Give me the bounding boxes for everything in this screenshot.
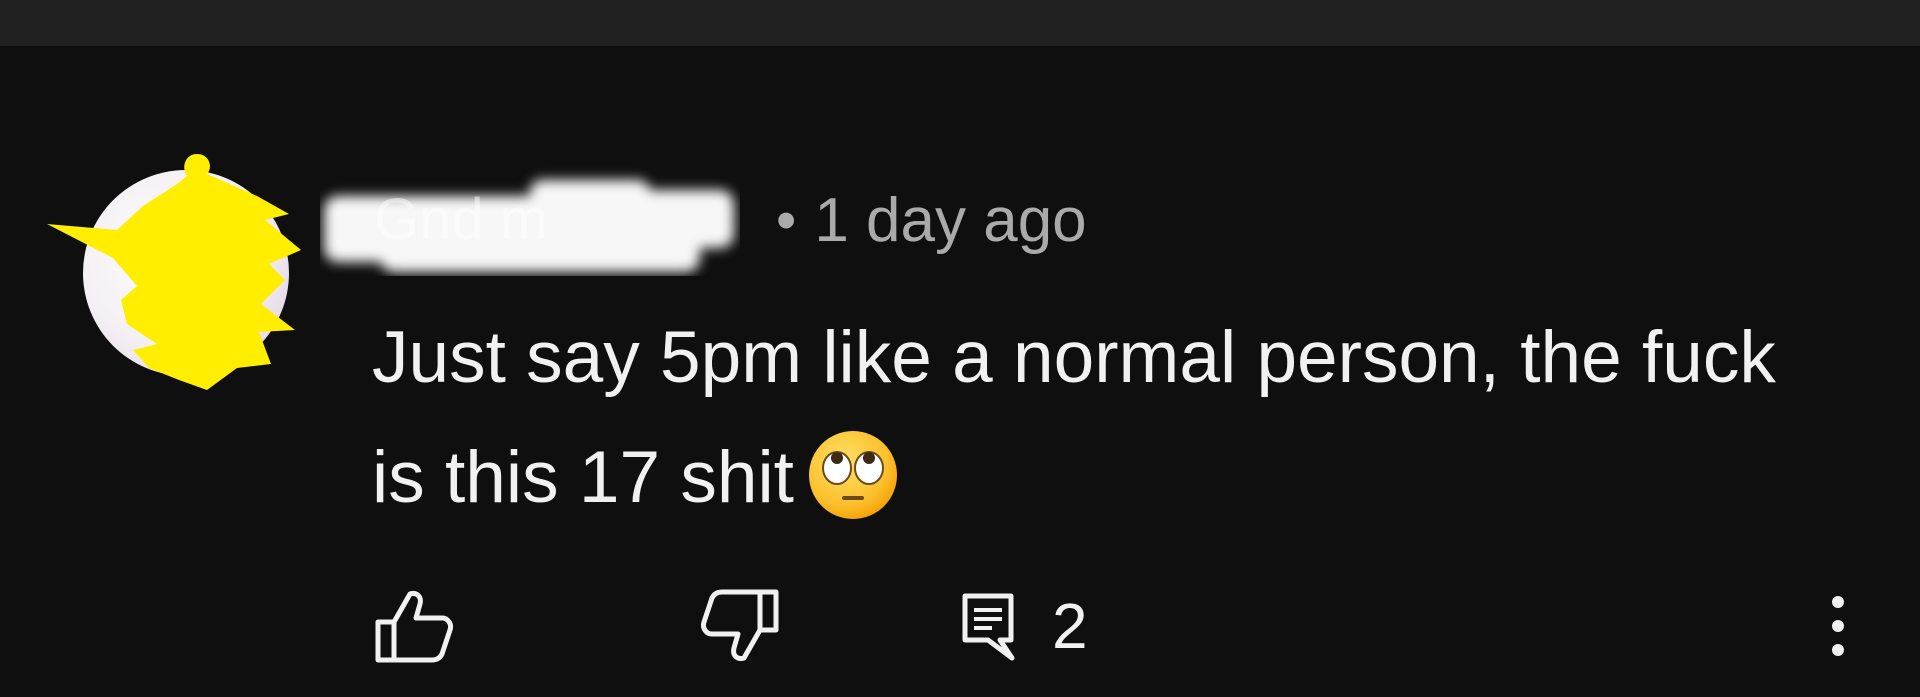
avatar[interactable] <box>47 154 301 390</box>
reply-count: 2 <box>1052 590 1088 662</box>
meta-separator: • <box>776 187 797 253</box>
comment-actions: 2 <box>0 586 1920 666</box>
comment-icon <box>962 593 1015 661</box>
avatar-redaction <box>47 154 301 390</box>
more-vertical-icon <box>1832 596 1844 656</box>
comment-header: Gnd m • 1 day ago <box>320 180 1087 272</box>
screen: Gnd m • 1 day ago Just say 5pm like a no… <box>0 0 1920 697</box>
reply-button[interactable]: 2 <box>960 586 1088 666</box>
like-button[interactable] <box>372 586 454 666</box>
comment-thread: Gnd m • 1 day ago Just say 5pm like a no… <box>0 46 1920 697</box>
thumbs-down-icon <box>701 589 779 661</box>
top-bar <box>0 0 1920 46</box>
comment-text-block: Just say 5pm like a normal person, the f… <box>372 298 1792 538</box>
author-name[interactable]: Gnd m <box>320 180 740 272</box>
face-with-rolling-eyes-icon <box>806 428 900 522</box>
more-options-button[interactable] <box>1818 586 1858 666</box>
comment-text: Just say 5pm like a normal person, the f… <box>372 317 1776 518</box>
dislike-button[interactable] <box>700 586 782 666</box>
thumbs-up-icon <box>375 591 453 663</box>
author-name-text: Gnd m <box>374 187 549 252</box>
comment-timestamp[interactable]: 1 day ago <box>814 185 1086 256</box>
